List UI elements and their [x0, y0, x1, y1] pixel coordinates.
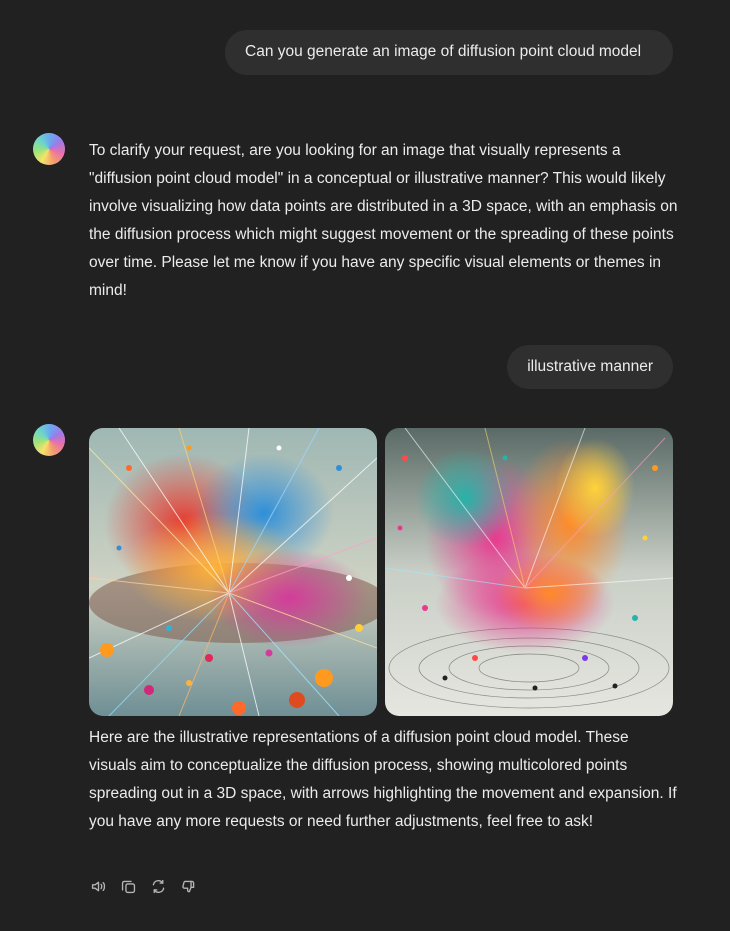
copy-icon [121, 880, 135, 893]
assistant-avatar-icon [33, 424, 65, 456]
assistant-message-text: Here are the illustrative representation… [89, 729, 677, 830]
user-message-bubble: Can you generate an image of diffusion p… [225, 30, 673, 75]
read-aloud-icon [91, 881, 105, 891]
generated-image-2[interactable] [385, 428, 673, 716]
regenerate-button[interactable] [149, 877, 167, 895]
assistant-avatar-icon [33, 133, 65, 165]
generated-image-1[interactable] [89, 428, 377, 716]
copy-button[interactable] [119, 877, 137, 895]
read-aloud-button[interactable] [89, 877, 107, 895]
thumbs-down-button[interactable] [179, 877, 197, 895]
user-message-text: Can you generate an image of diffusion p… [245, 43, 642, 60]
regenerate-icon [152, 879, 164, 893]
thumbs-down-icon [181, 880, 194, 892]
user-message-bubble: illustrative manner [507, 345, 673, 389]
assistant-message-text: To clarify your request, are you looking… [89, 142, 678, 299]
user-message-text: illustrative manner [527, 358, 653, 375]
message-actions [89, 877, 197, 895]
